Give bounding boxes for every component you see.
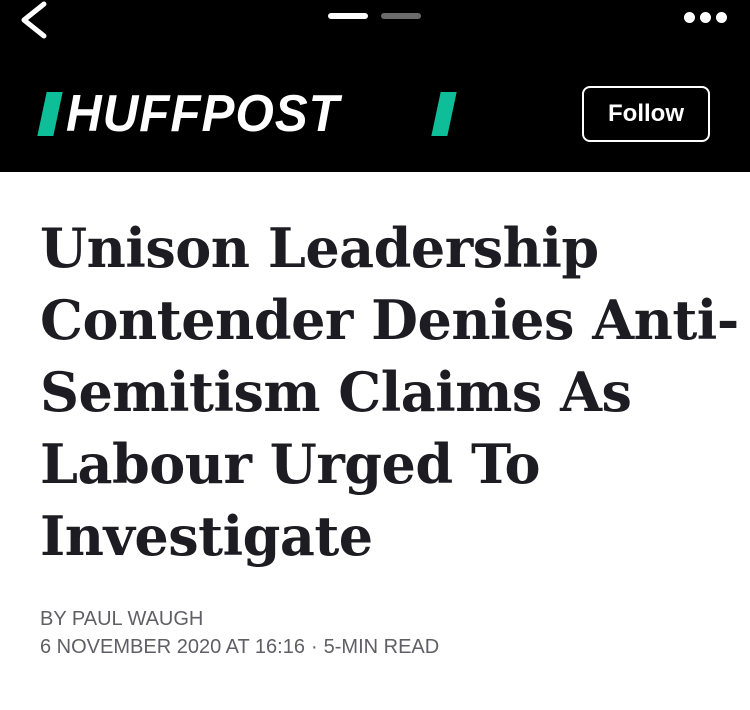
meta-separator: · <box>310 636 318 658</box>
author-byline: BY PAUL WAUGH <box>40 608 204 630</box>
headline-line: Semitism Claims As <box>40 360 632 424</box>
follow-button[interactable]: Follow <box>582 86 710 142</box>
app-header: HUFFPOST Follow <box>0 0 750 172</box>
headline-line: Contender Denies Anti- <box>40 288 739 352</box>
chevron-left-icon <box>21 1 47 39</box>
publish-date: 6 NOVEMBER 2020 AT 16:16 <box>40 636 305 658</box>
more-horizontal-icon <box>684 12 695 23</box>
read-time: 5-MIN READ <box>323 636 440 658</box>
article-meta: 6 NOVEMBER 2020 AT 16:16 · 5-MIN READ <box>40 635 439 659</box>
page-indicator-inactive <box>381 13 421 19</box>
huffpost-logo: HUFFPOST <box>37 85 457 143</box>
more-options-button[interactable] <box>680 8 730 26</box>
headline-line: Unison Leadership <box>40 216 599 280</box>
logo-text: HUFFPOST <box>66 85 340 143</box>
logo-accent-bar-right <box>431 92 457 136</box>
logo-accent-bar-left <box>37 92 63 136</box>
page-indicator <box>328 13 424 19</box>
article-headline: Unison Leadership Contender Denies Anti-… <box>40 212 739 572</box>
headline-line: Investigate <box>40 504 373 568</box>
back-button[interactable] <box>14 0 54 44</box>
page-indicator-active <box>328 13 368 19</box>
headline-line: Labour Urged To <box>40 432 540 496</box>
